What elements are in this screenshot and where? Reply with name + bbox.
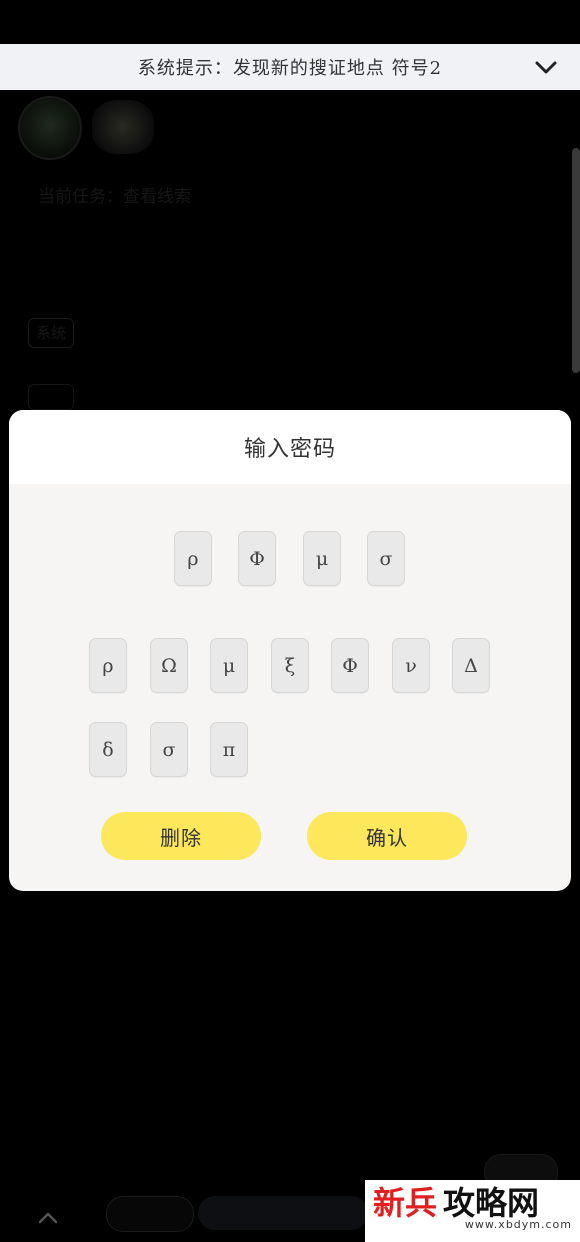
symbol-key[interactable]: Φ xyxy=(331,638,369,693)
entered-symbol: ρ xyxy=(174,531,212,586)
symbol-key[interactable]: ρ xyxy=(89,638,127,693)
background-avatar xyxy=(18,96,82,160)
scrollbar[interactable] xyxy=(572,148,580,373)
background-button-wide xyxy=(198,1196,368,1230)
symbol-key[interactable]: ξ xyxy=(271,638,309,693)
dialog-title: 输入密码 xyxy=(243,437,336,462)
symbol-key[interactable]: δ xyxy=(89,722,127,777)
chevron-up-icon xyxy=(38,1212,58,1224)
system-notification-text: 系统提示：发现新的搜证地点 符号2 xyxy=(137,58,443,79)
symbol-key[interactable]: π xyxy=(210,722,248,777)
symbol-key[interactable]: σ xyxy=(150,722,188,777)
symbol-key[interactable]: Ω xyxy=(150,638,188,693)
password-dialog: 输入密码 ρ Φ μ σ ρ Ω μ ξ Φ ν Δ δ σ π 删除 确认 xyxy=(9,410,571,891)
delete-button[interactable]: 删除 xyxy=(101,812,261,860)
background-side-tab-2 xyxy=(28,384,74,410)
watermark-logo: 新兵 攻略网 www.xbdym.com xyxy=(365,1180,580,1242)
background-button xyxy=(106,1196,194,1232)
symbol-key[interactable]: Δ xyxy=(452,638,490,693)
watermark-brand-black: 攻略网 xyxy=(443,1184,540,1222)
symbol-key[interactable]: ν xyxy=(392,638,430,693)
watermark-brand-red: 新兵 xyxy=(373,1184,438,1222)
entered-symbol: σ xyxy=(367,531,405,586)
background-task-text: 当前任务：查看线索 xyxy=(38,187,191,207)
background-side-tab: 系统 xyxy=(28,318,74,348)
symbol-key[interactable]: μ xyxy=(210,638,248,693)
system-notification-bar: 系统提示：发现新的搜证地点 符号2 xyxy=(0,44,580,90)
background-character-avatar xyxy=(92,100,154,154)
entered-symbol: Φ xyxy=(238,531,276,586)
confirm-button[interactable]: 确认 xyxy=(307,812,467,860)
chevron-down-icon[interactable] xyxy=(534,55,558,79)
entered-symbol: μ xyxy=(303,531,341,586)
dialog-header: 输入密码 xyxy=(9,410,571,484)
watermark-brand: 新兵 攻略网 xyxy=(373,1184,572,1222)
